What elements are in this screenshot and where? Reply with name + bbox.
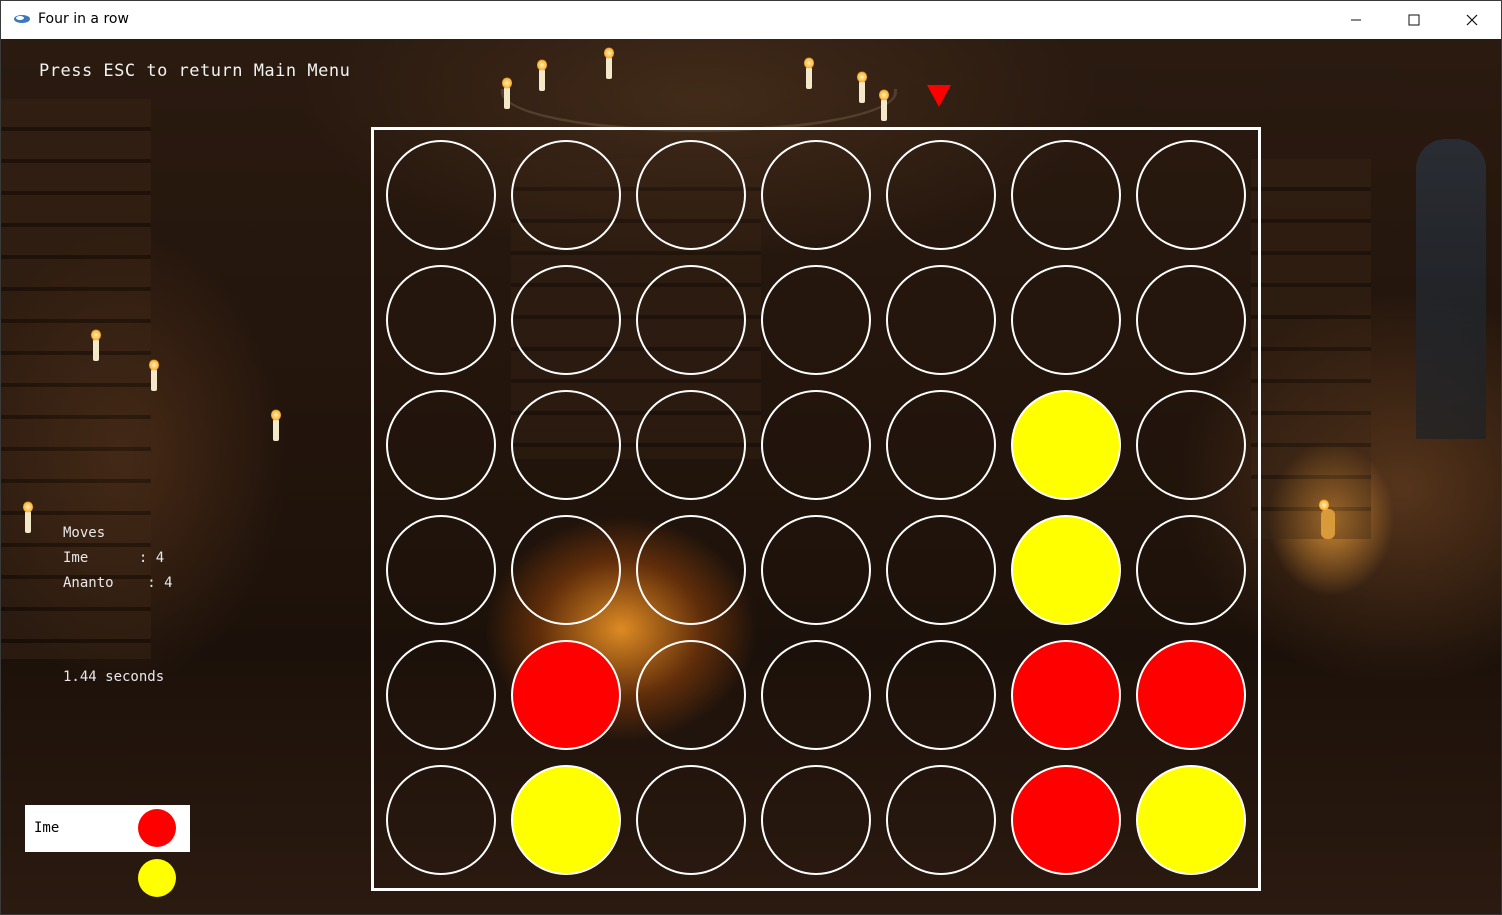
turn-timer: 1.44 seconds — [63, 669, 165, 685]
title-bar: Four in a row — [1, 1, 1501, 39]
empty-slot[interactable] — [761, 140, 871, 250]
current-player-box: Ime — [25, 805, 190, 852]
candle — [91, 329, 101, 361]
game-window: Four in a row Press ESC to return Main M… — [0, 0, 1502, 915]
candle — [149, 359, 159, 391]
empty-slot[interactable] — [1136, 515, 1246, 625]
background-window — [1416, 139, 1486, 439]
moves-row-ananto: Ananto : 4 — [63, 575, 173, 591]
current-player-name: Ime — [34, 820, 60, 836]
empty-slot[interactable] — [761, 640, 871, 750]
empty-slot[interactable] — [761, 265, 871, 375]
empty-slot[interactable] — [1136, 140, 1246, 250]
esc-hint: Press ESC to return Main Menu — [39, 61, 351, 81]
disc-red[interactable] — [511, 640, 621, 750]
close-button[interactable] — [1443, 1, 1501, 39]
empty-slot[interactable] — [886, 640, 996, 750]
maximize-icon — [1408, 14, 1420, 26]
empty-slot[interactable] — [886, 390, 996, 500]
moves-panel: Moves Ime : 4 Ananto : 4 — [63, 525, 173, 600]
candle — [537, 59, 547, 91]
close-icon — [1466, 14, 1478, 26]
empty-slot[interactable] — [511, 265, 621, 375]
disc-red[interactable] — [1011, 640, 1121, 750]
empty-slot[interactable] — [886, 265, 996, 375]
empty-slot[interactable] — [1136, 390, 1246, 500]
empty-slot[interactable] — [511, 515, 621, 625]
empty-slot[interactable] — [636, 390, 746, 500]
bookshelf-right — [1251, 159, 1371, 539]
empty-slot[interactable] — [386, 515, 496, 625]
empty-slot[interactable] — [636, 765, 746, 875]
maximize-button[interactable] — [1385, 1, 1443, 39]
candle — [1319, 499, 1335, 539]
empty-slot[interactable] — [1011, 265, 1121, 375]
empty-slot[interactable] — [761, 765, 871, 875]
disc-yellow[interactable] — [1136, 765, 1246, 875]
empty-slot[interactable] — [386, 765, 496, 875]
empty-slot[interactable] — [636, 640, 746, 750]
empty-slot[interactable] — [386, 390, 496, 500]
next-token — [138, 859, 176, 897]
window-title: Four in a row — [38, 11, 129, 27]
down-triangle-icon[interactable] — [927, 85, 951, 107]
minimize-button[interactable] — [1327, 1, 1385, 39]
candle — [23, 501, 33, 533]
empty-slot[interactable] — [761, 390, 871, 500]
minimize-icon — [1351, 19, 1361, 21]
empty-slot[interactable] — [636, 265, 746, 375]
moves-row-ime: Ime : 4 — [63, 550, 165, 566]
chandelier — [501, 89, 897, 132]
candle — [604, 47, 614, 79]
candle — [804, 57, 814, 89]
empty-slot[interactable] — [386, 640, 496, 750]
game-board[interactable] — [371, 127, 1261, 891]
current-player-token — [138, 809, 176, 847]
empty-slot[interactable] — [886, 515, 996, 625]
candle — [857, 71, 867, 103]
empty-slot[interactable] — [636, 515, 746, 625]
moves-header: Moves — [63, 525, 106, 541]
disc-red[interactable] — [1136, 640, 1246, 750]
app-icon — [14, 15, 30, 23]
candle — [879, 89, 889, 121]
empty-slot[interactable] — [886, 140, 996, 250]
disc-yellow[interactable] — [1011, 515, 1121, 625]
disc-yellow[interactable] — [1011, 390, 1121, 500]
empty-slot[interactable] — [386, 140, 496, 250]
empty-slot[interactable] — [386, 265, 496, 375]
disc-yellow[interactable] — [511, 765, 621, 875]
candle — [271, 409, 281, 441]
disc-red[interactable] — [1011, 765, 1121, 875]
empty-slot[interactable] — [511, 140, 621, 250]
empty-slot[interactable] — [886, 765, 996, 875]
empty-slot[interactable] — [636, 140, 746, 250]
candle — [502, 77, 512, 109]
game-scene: Press ESC to return Main Menu Moves Ime … — [1, 39, 1501, 914]
empty-slot[interactable] — [1136, 265, 1246, 375]
empty-slot[interactable] — [1011, 140, 1121, 250]
empty-slot[interactable] — [511, 390, 621, 500]
empty-slot[interactable] — [761, 515, 871, 625]
